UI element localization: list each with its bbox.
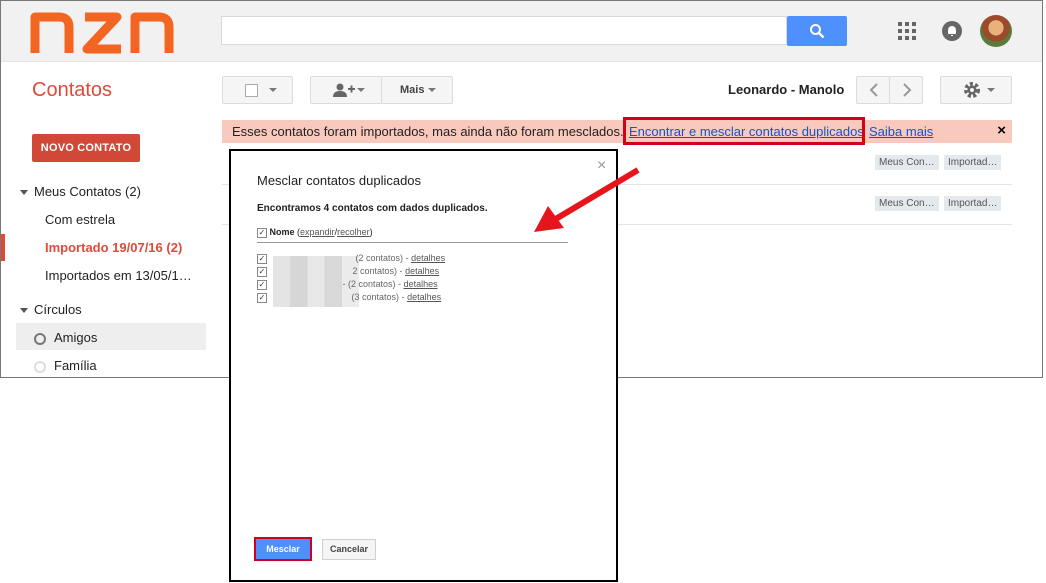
- search-input[interactable]: [221, 16, 787, 45]
- details-link[interactable]: detalhes: [404, 279, 438, 289]
- select-checkbox-button[interactable]: [222, 76, 293, 104]
- details-link[interactable]: detalhes: [405, 266, 439, 276]
- more-label: Mais: [400, 84, 425, 96]
- collapse-link[interactable]: recolher: [337, 227, 370, 237]
- label-tag: Importad…: [944, 155, 1002, 170]
- sidebar-item-label: Família: [54, 358, 97, 373]
- entry-checkbox[interactable]: ✓: [257, 279, 267, 290]
- app-title: Contatos: [32, 79, 113, 101]
- list-item: ✓ (2 contatos) - detalhes: [257, 253, 445, 264]
- expand-link[interactable]: expandir: [300, 227, 335, 237]
- chevron-down-icon: [428, 88, 436, 92]
- cancel-button[interactable]: Cancelar: [322, 539, 376, 560]
- nzn-logo: [30, 12, 174, 54]
- close-icon[interactable]: ×: [997, 122, 1006, 139]
- search-button[interactable]: [787, 16, 847, 46]
- details-link[interactable]: detalhes: [407, 292, 441, 302]
- circle-icon: [34, 332, 46, 345]
- entry-count: - (2 contatos) -: [342, 279, 402, 289]
- gear-icon: [964, 82, 980, 98]
- circle-icon: [34, 360, 46, 373]
- red-arrow-annotation: [534, 167, 640, 232]
- user-avatar[interactable]: [980, 15, 1012, 47]
- add-to-circle-button[interactable]: [310, 76, 382, 104]
- learn-more-link[interactable]: Saiba mais: [869, 124, 933, 139]
- sidebar-item-circles[interactable]: Círculos: [20, 302, 82, 317]
- dialog-subtitle: Encontramos 4 contatos com dados duplica…: [257, 203, 488, 214]
- banner-text: Esses contatos foram importados, mas ain…: [232, 124, 624, 139]
- list-item: ✓ (3 contatos) - detalhes: [257, 292, 441, 303]
- sidebar-item-family[interactable]: Família: [34, 358, 97, 373]
- entry-count: (2 contatos) -: [355, 253, 409, 263]
- select-all-checkbox[interactable]: ✓: [257, 227, 267, 238]
- merge-button[interactable]: Mesclar: [254, 537, 312, 561]
- next-page-button[interactable]: [889, 76, 923, 104]
- triangle-down-icon: [20, 190, 28, 196]
- list-item: ✓ 2 contatos) - detalhes: [257, 266, 439, 277]
- sidebar-item-imported-other[interactable]: Importados em 13/05/1…: [45, 268, 192, 283]
- entry-count: (3 contatos) -: [351, 292, 405, 302]
- account-owner-label: Leonardo - Manolo: [728, 82, 845, 97]
- entry-checkbox[interactable]: ✓: [257, 266, 267, 277]
- settings-button[interactable]: [940, 76, 1012, 104]
- chevron-down-icon: [357, 88, 365, 92]
- more-button[interactable]: Mais: [381, 76, 453, 104]
- chevron-right-icon: [903, 83, 912, 97]
- label-tag: Importad…: [944, 196, 1002, 211]
- search-icon: [810, 24, 825, 39]
- dialog-title: Mesclar contatos duplicados: [257, 173, 422, 188]
- import-banner: Esses contatos foram importados, mas ain…: [222, 120, 1012, 143]
- name-header: ✓ Nome (expandir/recolher): [257, 227, 373, 238]
- name-label: Nome: [269, 227, 295, 237]
- chevron-down-icon: [987, 88, 995, 92]
- entry-count: 2 contatos) -: [352, 266, 403, 276]
- apps-grid-icon[interactable]: [898, 22, 916, 40]
- notifications-bell-icon[interactable]: [942, 21, 962, 41]
- entry-checkbox[interactable]: ✓: [257, 292, 267, 303]
- sidebar-item-my-contacts[interactable]: Meus Contatos (2): [20, 184, 141, 199]
- top-bar: [1, 1, 1042, 62]
- active-indicator: [1, 234, 5, 261]
- sidebar-item-starred[interactable]: Com estrela: [45, 212, 115, 227]
- chevron-left-icon: [869, 83, 878, 97]
- list-item: ✓ - (2 contatos) - detalhes: [257, 279, 438, 290]
- details-link[interactable]: detalhes: [411, 253, 445, 263]
- prev-page-button[interactable]: [856, 76, 890, 104]
- sidebar-item-label: Meus Contatos (2): [34, 184, 141, 199]
- divider: [257, 242, 568, 243]
- entry-checkbox[interactable]: ✓: [257, 253, 267, 264]
- sidebar-item-friends[interactable]: Amigos: [34, 330, 97, 345]
- label-tag: Meus Con…: [875, 196, 939, 211]
- add-person-icon: [333, 83, 355, 97]
- highlight-box: [623, 117, 865, 145]
- sidebar-item-label: Amigos: [54, 330, 98, 345]
- sidebar-item-imported-active[interactable]: Importado 19/07/16 (2): [45, 240, 182, 255]
- triangle-down-icon: [20, 308, 28, 314]
- label-tag: Meus Con…: [875, 155, 939, 170]
- checkbox-icon: [245, 84, 258, 97]
- chevron-down-icon: [269, 88, 277, 92]
- merge-button-label: Mesclar: [266, 544, 300, 554]
- new-contact-button[interactable]: NOVO CONTATO: [32, 134, 140, 162]
- sidebar-item-label: Círculos: [34, 302, 82, 317]
